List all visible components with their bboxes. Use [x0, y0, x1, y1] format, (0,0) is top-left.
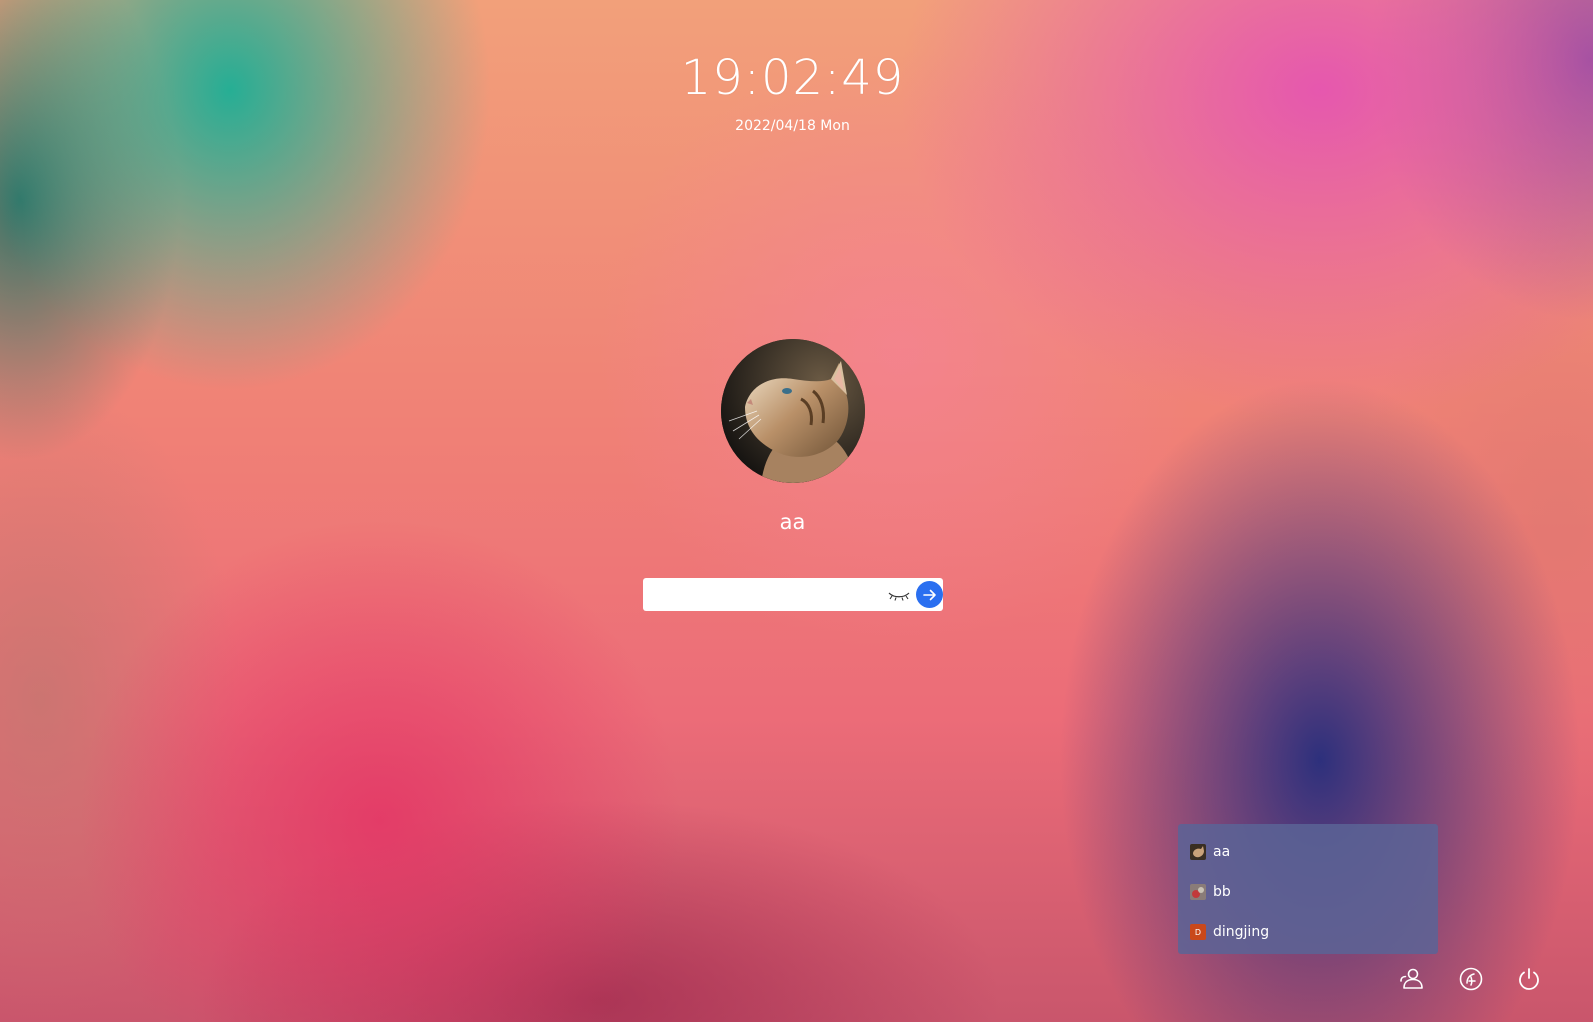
- letter-avatar-icon: D: [1190, 924, 1206, 940]
- user-list-popup: aa bb D dingjing: [1178, 824, 1438, 954]
- keyboard-layout-button[interactable]: [1456, 964, 1486, 994]
- arrow-right-icon: [922, 589, 936, 600]
- username-label: aa: [779, 510, 806, 534]
- eye-closed-icon[interactable]: [887, 586, 911, 604]
- user-list-item-bb[interactable]: bb: [1178, 872, 1438, 912]
- user-avatar: [721, 339, 865, 483]
- password-input[interactable]: [643, 578, 883, 611]
- lock-screen: 19:02:49 2022/04/18 Mon aa aa bb D dingj…: [0, 0, 1593, 1022]
- clock-time: 19:02:49: [680, 50, 905, 106]
- cat-photo: [721, 339, 865, 483]
- cat-avatar-icon: [1190, 844, 1206, 860]
- switch-user-button[interactable]: [1397, 964, 1427, 994]
- photo-avatar-icon: [1190, 884, 1206, 900]
- clock-date: 2022/04/18 Mon: [735, 118, 850, 134]
- power-icon: [1519, 968, 1539, 990]
- user-list-item-label: bb: [1213, 884, 1231, 900]
- password-field: [643, 578, 943, 611]
- user-list-item-dingjing[interactable]: D dingjing: [1178, 912, 1438, 952]
- keyboard-icon: [1459, 967, 1483, 991]
- login-submit-button[interactable]: [916, 581, 943, 608]
- power-button[interactable]: [1514, 964, 1544, 994]
- users-icon: [1400, 968, 1423, 989]
- user-list-item-aa[interactable]: aa: [1178, 832, 1438, 872]
- user-list-item-label: dingjing: [1213, 924, 1270, 940]
- user-list-item-label: aa: [1213, 844, 1231, 860]
